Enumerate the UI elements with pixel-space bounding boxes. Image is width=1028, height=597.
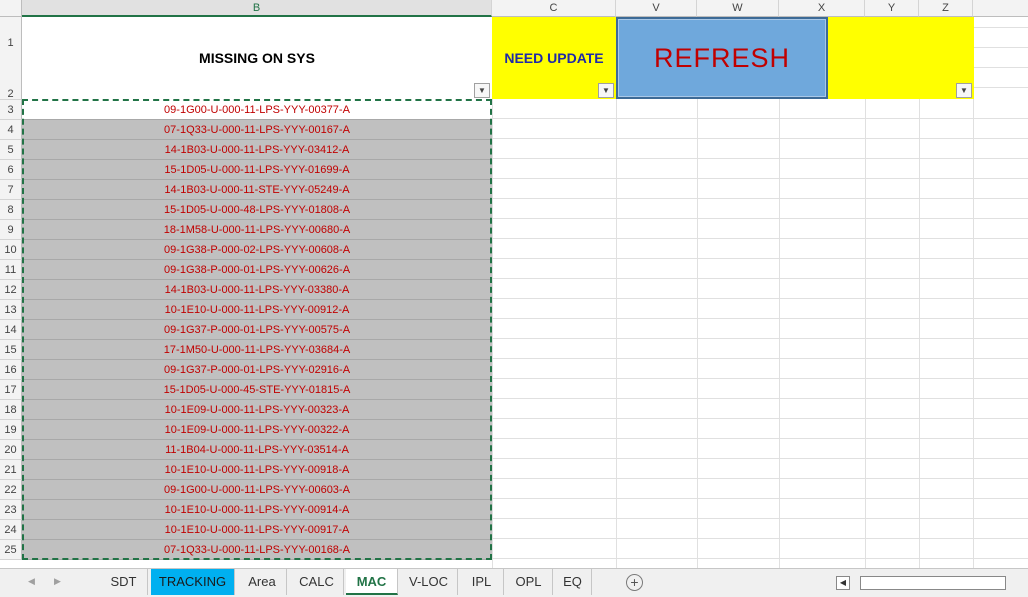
row-header[interactable]: 12 xyxy=(0,280,22,300)
list-item[interactable]: 09-1G37-P-000-01-LPS-YYY-00575-A xyxy=(22,320,492,340)
add-sheet-icon[interactable]: + xyxy=(626,574,643,591)
list-item[interactable]: 09-1G00-U-000-11-LPS-YYY-00603-A xyxy=(22,480,492,500)
row-header[interactable]: 23 xyxy=(0,500,22,520)
gridline xyxy=(492,17,493,568)
gridline xyxy=(697,17,698,568)
refresh-button[interactable]: REFRESH xyxy=(616,17,828,99)
column-header-empty xyxy=(973,0,1028,17)
row-header-1[interactable]: 1 xyxy=(0,17,22,58)
list-item[interactable]: 07-1Q33-U-000-11-LPS-YYY-00168-A xyxy=(22,540,492,560)
list-item[interactable]: 14-1B03-U-000-11-LPS-YYY-03380-A xyxy=(22,280,492,300)
column-header-x[interactable]: X xyxy=(779,0,865,17)
list-item[interactable]: 10-1E10-U-000-11-LPS-YYY-00914-A xyxy=(22,500,492,520)
list-item[interactable]: 11-1B04-U-000-11-LPS-YYY-03514-A xyxy=(22,440,492,460)
filter-dropdown-z[interactable]: ▼ xyxy=(956,83,972,98)
list-item[interactable]: 10-1E10-U-000-11-LPS-YYY-00918-A xyxy=(22,460,492,480)
list-item[interactable]: 09-1G37-P-000-01-LPS-YYY-02916-A xyxy=(22,360,492,380)
row-header[interactable]: 22 xyxy=(0,480,22,500)
scroll-tabs-left-icon[interactable]: ◀ xyxy=(28,576,35,587)
row-header[interactable]: 24 xyxy=(0,520,22,540)
list-item[interactable]: 15-1D05-U-000-48-LPS-YYY-01808-A xyxy=(22,200,492,220)
row-header[interactable]: 18 xyxy=(0,400,22,420)
list-item[interactable]: 10-1E10-U-000-11-LPS-YYY-00912-A xyxy=(22,300,492,320)
select-all-corner[interactable] xyxy=(0,0,22,17)
row-header[interactable]: 15 xyxy=(0,340,22,360)
list-item[interactable]: 09-1G38-P-000-02-LPS-YYY-00608-A xyxy=(22,240,492,260)
row-header[interactable]: 4 xyxy=(0,120,22,140)
gridline xyxy=(865,17,866,568)
column-header-v[interactable]: V xyxy=(616,0,697,17)
list-item[interactable]: 17-1M50-U-000-11-LPS-YYY-03684-A xyxy=(22,340,492,360)
spreadsheet-grid[interactable]: B C V W X Y Z 1 2 3 4 5 6 7 8 9 10 11 12 13 14 15 16 1… xyxy=(0,0,1028,568)
scroll-tabs-right-icon[interactable]: ▶ xyxy=(54,576,61,587)
column-header-b[interactable]: B xyxy=(22,0,492,17)
gridline xyxy=(973,17,974,568)
list-item[interactable]: 10-1E09-U-000-11-LPS-YYY-00323-A xyxy=(22,400,492,420)
list-item[interactable]: 09-1G00-U-000-11-LPS-YYY-00377-A xyxy=(22,100,492,120)
row-header[interactable]: 10 xyxy=(0,240,22,260)
row-header[interactable]: 3 xyxy=(0,100,22,120)
tab-sdt[interactable]: SDT xyxy=(100,569,148,595)
tab-calc[interactable]: CALC xyxy=(290,569,344,595)
list-item[interactable]: 10-1E09-U-000-11-LPS-YYY-00322-A xyxy=(22,420,492,440)
missing-items-list: 09-1G00-U-000-11-LPS-YYY-00377-A 07-1Q33-… xyxy=(22,100,492,560)
horizontal-scrollbar[interactable] xyxy=(860,576,1006,590)
list-item[interactable]: 09-1G38-P-000-01-LPS-YYY-00626-A xyxy=(22,260,492,280)
row-header[interactable]: 21 xyxy=(0,460,22,480)
tab-tracking[interactable]: TRACKING xyxy=(151,569,235,595)
list-item[interactable]: 18-1M58-U-000-11-LPS-YYY-00680-A xyxy=(22,220,492,240)
list-item[interactable]: 15-1D05-U-000-45-STE-YYY-01815-A xyxy=(22,380,492,400)
list-item[interactable]: 10-1E10-U-000-11-LPS-YYY-00917-A xyxy=(22,520,492,540)
row-header[interactable]: 5 xyxy=(0,140,22,160)
column-header-c[interactable]: C xyxy=(492,0,616,17)
tab-eq[interactable]: EQ xyxy=(554,569,592,595)
column-header-w[interactable]: W xyxy=(697,0,779,17)
row-header[interactable]: 17 xyxy=(0,380,22,400)
row-header-2[interactable]: 2 xyxy=(0,58,22,100)
filter-dropdown-c[interactable]: ▼ xyxy=(598,83,614,98)
row-header[interactable]: 9 xyxy=(0,220,22,240)
sheet-tab-bar: ◀ ▶ SDT TRACKING Area CALC MAC V-LOC IPL OPL EQ … xyxy=(0,568,1028,597)
hscroll-left-arrow-icon[interactable]: ◀ xyxy=(836,576,850,590)
list-item[interactable]: 15-1D05-U-000-11-LPS-YYY-01699-A xyxy=(22,160,492,180)
row-header[interactable]: 6 xyxy=(0,160,22,180)
tab-opl[interactable]: OPL xyxy=(505,569,553,595)
header-missing-on-sys[interactable]: MISSING ON SYS xyxy=(22,17,492,99)
row-header[interactable]: 16 xyxy=(0,360,22,380)
row-header[interactable]: 14 xyxy=(0,320,22,340)
tab-v-loc[interactable]: V-LOC xyxy=(400,569,458,595)
column-header-y[interactable]: Y xyxy=(865,0,919,17)
row-header[interactable]: 11 xyxy=(0,260,22,280)
tab-ipl[interactable]: IPL xyxy=(460,569,504,595)
tab-area[interactable]: Area xyxy=(238,569,287,595)
gridline xyxy=(779,17,780,568)
row-header[interactable]: 7 xyxy=(0,180,22,200)
row-header[interactable]: 19 xyxy=(0,420,22,440)
row-header[interactable]: 13 xyxy=(0,300,22,320)
filter-dropdown-b[interactable]: ▼ xyxy=(474,83,490,98)
column-header-z[interactable]: Z xyxy=(919,0,973,17)
gridline xyxy=(919,17,920,568)
list-item[interactable]: 14-1B03-U-000-11-STE-YYY-05249-A xyxy=(22,180,492,200)
gridline xyxy=(616,17,617,568)
row-header[interactable]: 20 xyxy=(0,440,22,460)
row-header[interactable]: 8 xyxy=(0,200,22,220)
list-item[interactable]: 14-1B03-U-000-11-LPS-YYY-03412-A xyxy=(22,140,492,160)
row-header[interactable]: 25 xyxy=(0,540,22,560)
tab-mac[interactable]: MAC xyxy=(346,569,398,595)
list-item[interactable]: 07-1Q33-U-000-11-LPS-YYY-00167-A xyxy=(22,120,492,140)
